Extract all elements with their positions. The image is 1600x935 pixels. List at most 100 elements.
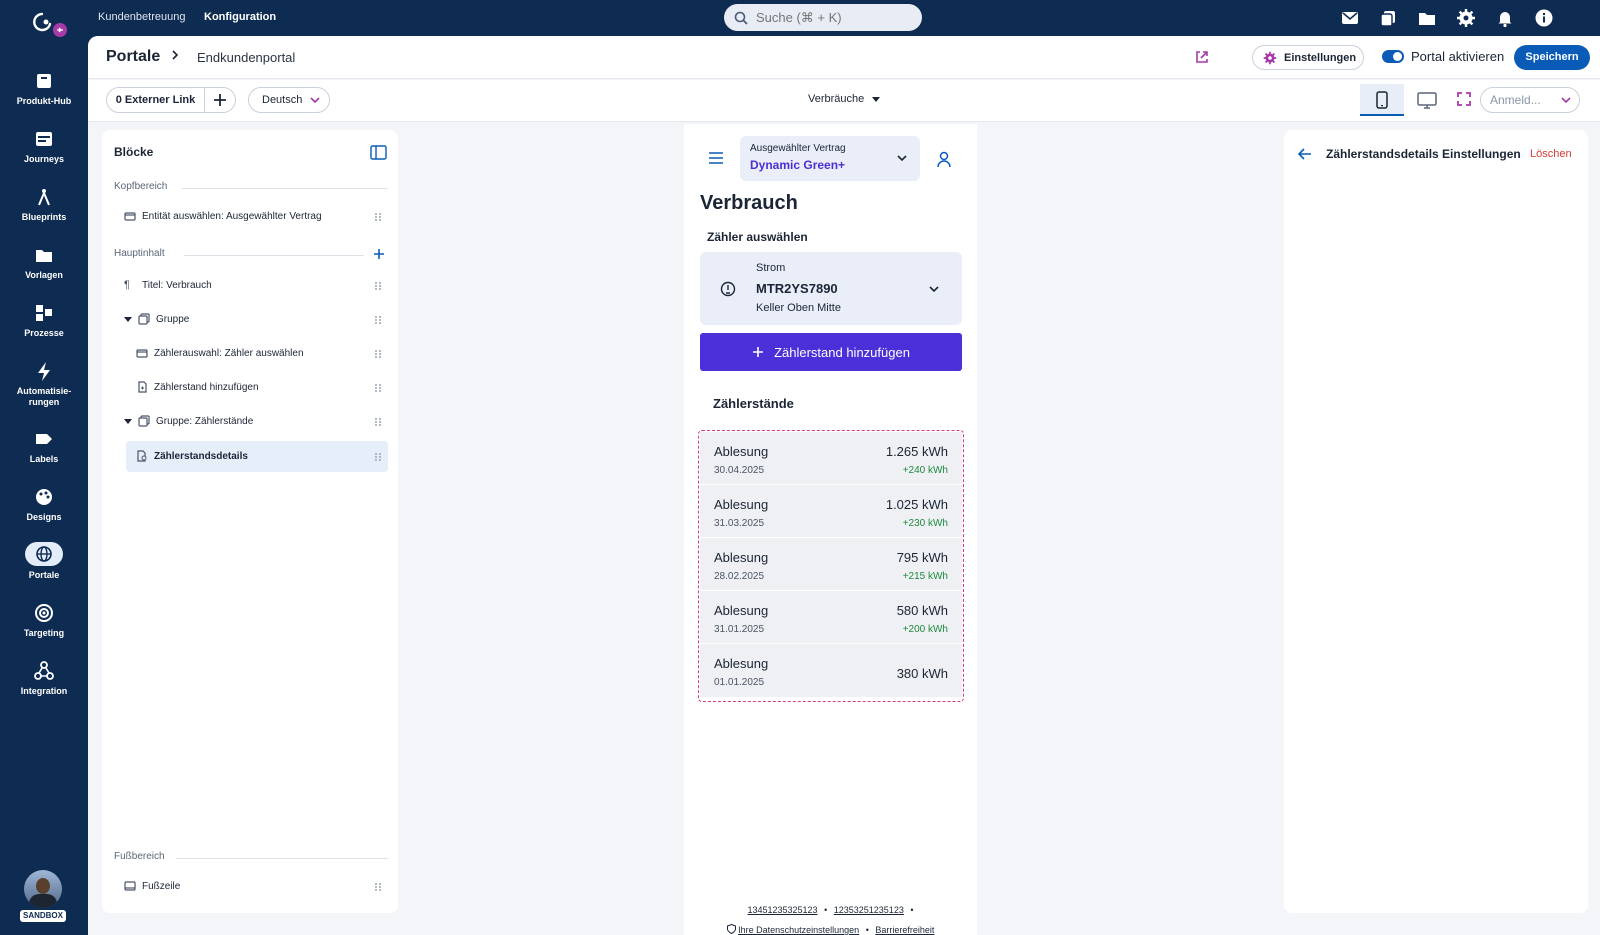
- login-state-select[interactable]: Anmeld...: [1480, 87, 1580, 113]
- login-state-value: Anmeld...: [1490, 93, 1541, 107]
- folder-icon[interactable]: [1417, 8, 1437, 28]
- caret-down-icon[interactable]: [124, 418, 132, 424]
- reading-value: 795 kWh: [896, 550, 948, 565]
- target-icon: [35, 604, 53, 622]
- tree-item-zaehlerstandsdetails[interactable]: Zählerstandsdetails: [136, 450, 248, 462]
- nav-integration[interactable]: Integration: [0, 660, 88, 696]
- page-select[interactable]: Verbräuche: [808, 93, 881, 105]
- avatar-face: [36, 878, 50, 894]
- user-icon[interactable]: [936, 150, 952, 168]
- process-icon: [36, 305, 52, 321]
- copy-icon[interactable]: [1378, 8, 1398, 28]
- arrow-left-icon[interactable]: [1298, 148, 1312, 160]
- chevron-down-icon: [929, 286, 939, 293]
- footer-accessibility-link[interactable]: Barrierefreiheit: [875, 925, 934, 935]
- sidebar-toggle-icon[interactable]: [370, 145, 387, 160]
- topnav-kundenbetreuung[interactable]: Kundenbetreuung: [98, 11, 185, 23]
- readings-list[interactable]: Ablesung 30.04.2025 1.265 kWh +240 kWh A…: [698, 430, 964, 702]
- global-search[interactable]: [724, 4, 922, 31]
- menu-icon[interactable]: [708, 152, 724, 164]
- breadcrumb-root[interactable]: Portale: [106, 48, 160, 66]
- palette-icon: [36, 489, 52, 505]
- search-input[interactable]: [756, 10, 906, 25]
- external-link-icon[interactable]: [1194, 49, 1210, 65]
- nav-labels[interactable]: Labels: [0, 428, 88, 464]
- topnav-konfiguration[interactable]: Konfiguration: [204, 11, 276, 23]
- nav-prozesse[interactable]: Prozesse: [0, 302, 88, 338]
- meter-select[interactable]: Strom MTR2YS7890 Keller Oben Mitte: [700, 252, 962, 325]
- editor-toolbar: 0 Externer Link Deutsch Verbräuche Anmel…: [88, 80, 1600, 122]
- gear-icon[interactable]: [1456, 8, 1476, 28]
- footer-icon: [124, 881, 136, 891]
- tree-item-label: Zählerauswahl: Zähler auswählen: [154, 347, 304, 359]
- caret-down-icon: [872, 96, 881, 102]
- tree-item-label: Gruppe: [156, 313, 190, 325]
- nav-blueprints[interactable]: Blueprints: [0, 186, 88, 222]
- nav-vorlagen[interactable]: Vorlagen: [0, 244, 88, 280]
- tree-item-gruppe-zaehlerstaende[interactable]: Gruppe: Zählerstände: [124, 415, 253, 427]
- tree-item-titel[interactable]: ¶ Titel: Verbrauch: [124, 279, 212, 291]
- divider: [182, 188, 388, 189]
- tree-item-entity[interactable]: Entität auswählen: Ausgewählter Vertrag: [124, 210, 322, 222]
- nav-label: Produkt-Hub: [16, 96, 72, 106]
- nav-designs[interactable]: Designs: [0, 486, 88, 522]
- desktop-icon[interactable]: [1416, 90, 1438, 110]
- drag-handle-icon[interactable]: [374, 349, 382, 359]
- save-button[interactable]: Speichern: [1514, 45, 1590, 70]
- avatar-body: [29, 894, 57, 908]
- page-select-value: Verbräuche: [808, 93, 865, 105]
- gear-icon: [1263, 51, 1277, 64]
- contract-select[interactable]: Ausgewählter Vertrag Dynamic Green+: [740, 136, 920, 181]
- drag-handle-icon[interactable]: [374, 212, 382, 222]
- reading-value: 1.025 kWh: [885, 497, 948, 512]
- topbar: Kundenbetreuung Konfiguration: [88, 0, 1600, 36]
- drag-handle-icon[interactable]: [374, 281, 382, 291]
- paragraph-icon: ¶: [124, 279, 130, 291]
- device-mobile-button[interactable]: [1360, 84, 1404, 116]
- nav-journeys[interactable]: Journeys: [0, 128, 88, 164]
- tree-item-gruppe[interactable]: Gruppe: [124, 313, 189, 325]
- app-logo[interactable]: [30, 8, 70, 42]
- tree-item-zaehlerauswahl[interactable]: Zählerauswahl: Zähler auswählen: [136, 347, 304, 359]
- nav-targeting[interactable]: Targeting: [0, 602, 88, 638]
- caret-down-icon[interactable]: [124, 316, 132, 322]
- group-icon: [138, 415, 150, 427]
- add-link-button[interactable]: [205, 87, 236, 113]
- section-fussbereich: Fußbereich: [114, 851, 165, 862]
- info-icon[interactable]: [1534, 8, 1554, 28]
- settings-button[interactable]: Einstellungen: [1252, 45, 1364, 70]
- drag-handle-icon[interactable]: [374, 882, 382, 892]
- footer-privacy-link[interactable]: Ihre Datenschutzeinstellungen: [738, 925, 859, 935]
- drag-handle-icon[interactable]: [374, 452, 382, 462]
- fullscreen-icon[interactable]: [1456, 91, 1472, 107]
- meter-id: MTR2YS7890: [756, 281, 838, 296]
- group-icon: [138, 313, 150, 325]
- nav-produkt-hub[interactable]: Produkt-Hub: [0, 70, 88, 106]
- language-value: Deutsch: [262, 94, 303, 106]
- preview-footer-contacts: 13451235325123 • 12353251235123 •: [684, 905, 977, 915]
- drag-handle-icon[interactable]: [374, 417, 382, 427]
- delete-block-button[interactable]: Löschen: [1530, 148, 1572, 160]
- reading-label: Ablesung: [714, 656, 769, 671]
- nav-automatisierungen[interactable]: Automatisie-rungen: [0, 360, 88, 408]
- add-meter-reading-button[interactable]: Zählerstand hinzufügen: [700, 333, 962, 371]
- drag-handle-icon[interactable]: [374, 315, 382, 325]
- nav-portale[interactable]: Portale: [0, 542, 88, 580]
- tree-item-label: Entität auswählen: Ausgewählter Vertrag: [142, 210, 322, 222]
- external-link-chip[interactable]: 0 Externer Link: [106, 87, 205, 113]
- language-select[interactable]: Deutsch: [248, 87, 330, 113]
- tree-item-fusszeile[interactable]: Fußzeile: [124, 880, 180, 892]
- avatar[interactable]: [24, 870, 62, 908]
- reading-row: Ablesung 01.01.2025 380 kWh: [700, 644, 962, 697]
- footer-phone-2[interactable]: 12353251235123: [834, 905, 904, 915]
- bell-icon[interactable]: [1495, 8, 1515, 28]
- tree-item-zaehlerstand[interactable]: Zählerstand hinzufügen: [136, 381, 259, 393]
- add-block-icon[interactable]: [373, 248, 385, 260]
- drag-handle-icon[interactable]: [374, 383, 382, 393]
- chevron-down-icon: [897, 155, 907, 162]
- document-details-icon: [137, 450, 147, 462]
- mail-icon[interactable]: [1340, 8, 1360, 28]
- portal-active-toggle[interactable]: [1382, 50, 1404, 63]
- nav-label: Prozesse: [24, 328, 64, 338]
- footer-phone-1[interactable]: 13451235325123: [747, 905, 817, 915]
